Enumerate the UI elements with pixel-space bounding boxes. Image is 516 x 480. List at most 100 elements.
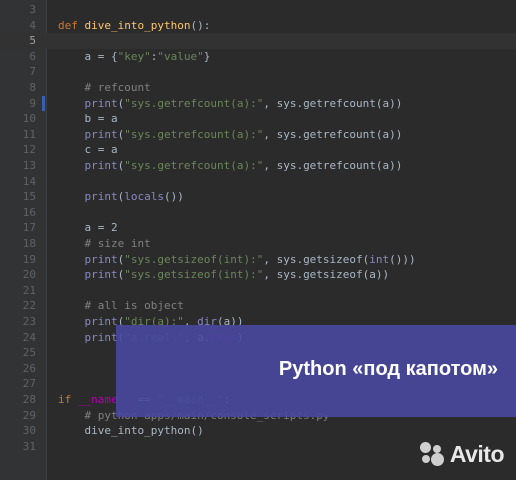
code-line[interactable]: 19 print("sys.getsizeof(int):", sys.gets… — [0, 252, 516, 268]
avito-wordmark: Avito — [449, 440, 505, 467]
code-line[interactable]: 5 — [0, 33, 516, 49]
code-text: print("sys.getrefcount(a):", sys.getrefc… — [58, 127, 403, 143]
code-token: "sys.getrefcount(a):" — [124, 159, 264, 172]
line-number: 23 — [22, 315, 36, 328]
code-token: # size int — [58, 237, 151, 250]
code-token: } — [203, 49, 211, 63]
code-token: print — [84, 127, 118, 141]
code-line[interactable]: 9 print("sys.getrefcount(a):", sys.getre… — [0, 96, 516, 112]
line-number: 12 — [22, 143, 36, 157]
code-token: a = { — [58, 49, 118, 63]
code-token: def — [58, 18, 85, 32]
code-text: b = a — [58, 111, 118, 127]
code-text: a = 2 — [58, 220, 118, 236]
code-token: dive_into_python() — [58, 424, 204, 438]
title-banner: Python «под капотом» — [116, 325, 516, 417]
code-token: print — [84, 268, 118, 282]
code-line[interactable]: 22 # all is object — [0, 298, 516, 314]
code-line[interactable]: 8 # refcount — [0, 80, 516, 96]
code-token: "sys.getrefcount(a):" — [124, 127, 264, 141]
code-text: # size int — [58, 236, 151, 252]
code-token: , sys.getsizeof(a)) — [263, 268, 390, 282]
line-number: 26 — [22, 361, 36, 375]
line-number: 11 — [22, 127, 36, 141]
code-line[interactable]: 3 — [0, 2, 516, 18]
line-number: 15 — [22, 190, 36, 204]
code-token: a = 2 — [58, 221, 118, 235]
code-text: print("sys.getsizeof(int):", sys.getsize… — [58, 267, 390, 283]
code-line[interactable]: 14 — [0, 174, 516, 190]
vcs-change-marker — [42, 95, 45, 112]
code-token: (): — [190, 18, 211, 32]
line-number: 4 — [29, 18, 36, 32]
code-line[interactable]: 17 a = 2 — [0, 220, 516, 236]
code-line[interactable]: 6 a = {"key":"value"} — [0, 49, 516, 65]
code-text: print("sys.getrefcount(a):", sys.getrefc… — [58, 96, 403, 112]
line-number: 21 — [22, 283, 36, 297]
code-token: print — [84, 96, 118, 110]
line-number: 28 — [22, 393, 36, 406]
code-line[interactable]: 30 dive_into_python() — [0, 423, 516, 439]
code-token: b = a — [58, 112, 118, 126]
line-number: 5 — [29, 34, 36, 48]
code-token: , sys.getsizeof( — [263, 252, 370, 266]
line-number: 10 — [22, 112, 36, 126]
line-number: 29 — [22, 408, 36, 422]
code-token: , sys.getrefcount(a)) — [263, 127, 403, 141]
code-line[interactable]: 4 def dive_into_python(): — [0, 18, 516, 34]
line-number: 8 — [29, 81, 36, 94]
line-number: 6 — [29, 49, 36, 63]
line-number: 3 — [29, 3, 36, 16]
line-number: 30 — [22, 424, 36, 438]
code-token: # refcount — [58, 81, 151, 94]
code-line[interactable]: 15 print(locals()) — [0, 189, 516, 205]
line-number: 16 — [22, 205, 36, 219]
code-text: c = a — [58, 142, 118, 158]
code-line[interactable]: 13 print("sys.getrefcount(a):", sys.getr… — [0, 158, 516, 174]
code-text: # refcount — [58, 80, 151, 96]
code-token: "sys.getrefcount(a):" — [124, 96, 264, 110]
code-token: if — [58, 393, 78, 406]
code-text: a = {"key":"value"} — [58, 49, 210, 65]
code-text: # all is object — [58, 298, 183, 314]
line-number: 24 — [22, 330, 36, 344]
line-number: 14 — [22, 174, 36, 188]
code-line[interactable]: 16 — [0, 205, 516, 221]
code-token: print — [84, 330, 118, 344]
code-line[interactable]: 7 — [0, 64, 516, 80]
code-line[interactable]: 21 — [0, 283, 516, 299]
banner-title: Python «под капотом» — [278, 358, 498, 380]
line-number: 27 — [22, 377, 36, 391]
code-text: def dive_into_python(): — [58, 18, 210, 34]
line-number: 25 — [22, 346, 36, 360]
code-line[interactable]: 11 print("sys.getrefcount(a):", sys.getr… — [0, 127, 516, 143]
code-line[interactable]: 12 c = a — [0, 142, 516, 158]
avito-logo-icon — [419, 442, 446, 466]
code-token: "sys.getsizeof(int):" — [124, 268, 264, 282]
code-line[interactable]: 20 print("sys.getsizeof(int):", sys.gets… — [0, 267, 516, 283]
code-token: locals — [124, 190, 164, 204]
line-number: 31 — [22, 439, 36, 453]
code-token: ())) — [389, 252, 416, 266]
code-line[interactable]: 18 # size int — [0, 236, 516, 252]
line-number: 9 — [29, 96, 36, 110]
line-number: 17 — [22, 221, 36, 235]
line-number: 20 — [22, 268, 36, 282]
line-number: 19 — [22, 252, 36, 266]
line-number: 18 — [22, 237, 36, 250]
code-token: c = a — [58, 143, 118, 157]
code-token: "key" — [117, 49, 151, 63]
code-token: print — [84, 252, 118, 266]
code-text: print("sys.getsizeof(int):", sys.getsize… — [58, 252, 416, 268]
line-number: 13 — [22, 159, 36, 172]
code-line[interactable]: 10 b = a — [0, 111, 516, 127]
code-token: , sys.getrefcount(a)) — [263, 96, 403, 110]
code-token: ()) — [164, 190, 184, 204]
